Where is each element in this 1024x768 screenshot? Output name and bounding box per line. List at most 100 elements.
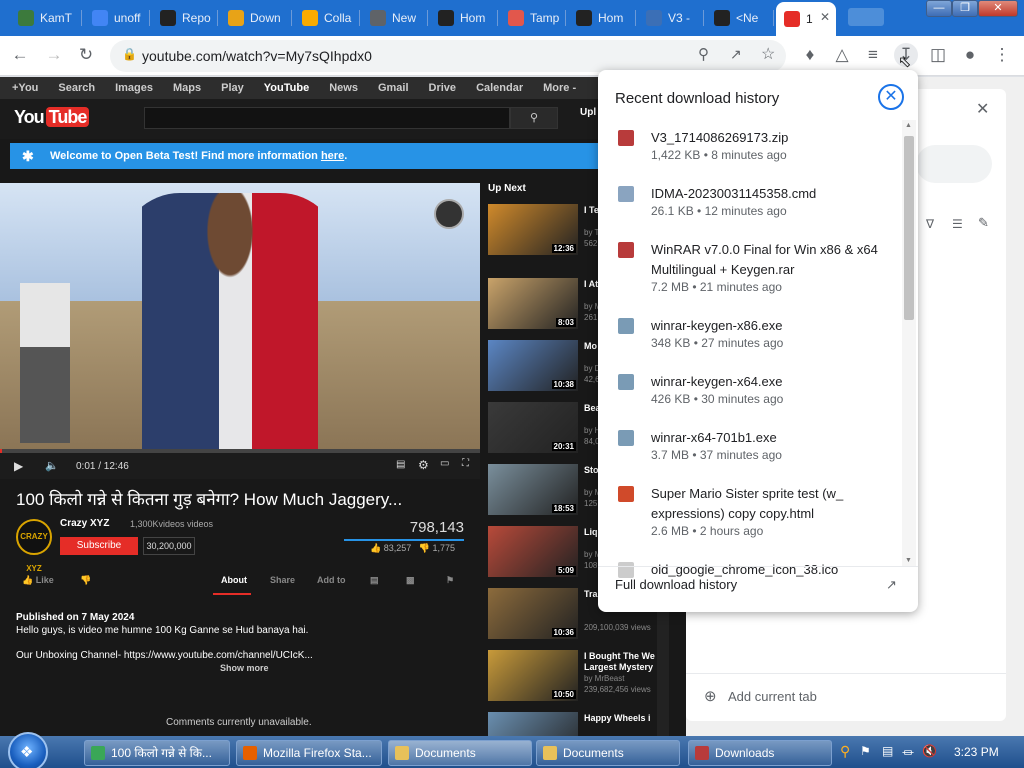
list-view-icon[interactable]: ☰ (952, 217, 963, 231)
description-link-line[interactable]: Our Unboxing Channel- https://www.youtub… (16, 649, 466, 662)
taskbar-button[interactable]: 100 किलो गन्ने से कि... (84, 740, 230, 766)
minimize-button[interactable]: — (926, 0, 952, 17)
google-bar-item[interactable]: +You (12, 82, 38, 94)
captions-icon[interactable]: ▤ (396, 459, 405, 470)
stats-icon[interactable]: ▩ (406, 575, 415, 586)
reload-icon[interactable]: ↻ (74, 43, 98, 67)
related-thumbnail[interactable]: 8:03 (488, 278, 578, 329)
related-thumbnail[interactable]: 10:50 (488, 650, 578, 701)
tab-add-to[interactable]: Add to (317, 575, 346, 585)
upload-button[interactable]: Upl (580, 107, 596, 118)
new-tab-button[interactable] (848, 8, 884, 26)
language-icon[interactable]: ⚑ (860, 744, 871, 758)
theater-icon[interactable]: ▭ (440, 458, 449, 469)
related-title[interactable]: Happy Wheels i (584, 713, 664, 724)
google-bar-item[interactable]: Calendar (476, 82, 523, 94)
related-thumbnail[interactable]: 12:36 (488, 204, 578, 255)
extensions-icon[interactable]: ♦ (798, 43, 822, 67)
search-button[interactable]: ⚲ (510, 107, 558, 129)
google-bar-item[interactable]: Play (221, 82, 244, 94)
tab-7[interactable]: Tamp (500, 4, 564, 32)
edit-pencil-icon[interactable]: ✎ (978, 215, 989, 231)
search-input[interactable] (144, 107, 510, 129)
play-icon[interactable]: ▶ (14, 459, 23, 473)
download-scroll-thumb[interactable] (904, 136, 914, 320)
volume-icon[interactable]: 🔈 (45, 459, 59, 472)
tab-6[interactable]: Hom (430, 4, 496, 32)
google-bar-item[interactable]: News (329, 82, 358, 94)
fullscreen-icon[interactable]: ⛶ (462, 458, 469, 469)
related-thumbnail[interactable]: 5:09 (488, 526, 578, 577)
download-item[interactable]: winrar-keygen-x64.exe 426 KB • 30 minutes… (598, 372, 902, 432)
show-more-button[interactable]: Show more (220, 663, 269, 673)
close-icon[interactable]: ✕ (878, 84, 904, 110)
open-external-icon[interactable]: ↗ (886, 577, 897, 593)
download-item[interactable]: winrar-x64-701b1.exe 3.7 MB • 37 minutes … (598, 428, 902, 488)
full-download-history-link[interactable]: Full download history (615, 577, 737, 592)
usb-icon[interactable]: ⏛ (902, 744, 914, 761)
taskbar-button[interactable]: Documents (536, 740, 680, 766)
url-text[interactable]: youtube.com/watch?v=My7sQIhpdx0 (142, 48, 372, 64)
channel-name[interactable]: Crazy XYZ (60, 518, 109, 529)
download-item[interactable]: winrar-keygen-x86.exe 348 KB • 27 minutes… (598, 316, 902, 376)
download-item[interactable]: WinRAR v7.0.0 Final for Win x86 & x64 Mu… (598, 240, 902, 300)
tab-0[interactable]: KamT (10, 4, 80, 32)
tab-5[interactable]: New (362, 4, 426, 32)
like-button[interactable]: 👍 Like (22, 575, 54, 586)
download-item[interactable]: Super Mario Sister sprite test (w_ expre… (598, 484, 902, 544)
media-queue-icon[interactable]: ≡ (861, 43, 885, 67)
close-tab-icon[interactable]: ✕ (820, 10, 830, 24)
side-panel-pill[interactable] (916, 145, 992, 183)
tab-9[interactable]: V3 - (638, 4, 702, 32)
related-thumbnail[interactable] (488, 712, 578, 736)
settings-gear-icon[interactable]: ⚙ (418, 458, 429, 472)
search-tray-icon[interactable]: ⚲ (840, 743, 850, 760)
google-bar-item[interactable]: Images (115, 82, 153, 94)
flag-icon[interactable]: ⚑ (446, 575, 454, 586)
related-thumbnail[interactable]: 10:36 (488, 588, 578, 639)
tab-2[interactable]: Repo (152, 4, 216, 32)
subscribe-button[interactable]: Subscribe (60, 537, 138, 555)
google-bar-item[interactable]: More - (543, 82, 576, 94)
tab-4[interactable]: Colla (294, 4, 358, 32)
taskbar-button[interactable]: Downloads (688, 740, 832, 766)
scroll-up-icon[interactable]: ▲ (905, 122, 912, 129)
tab-10[interactable]: <Ne (706, 4, 772, 32)
side-panel-close-icon[interactable]: ✕ (976, 99, 989, 119)
taskbar-button[interactable]: Mozilla Firefox Sta... (236, 740, 382, 766)
labs-flask-icon[interactable]: △ (830, 43, 854, 67)
share-icon[interactable]: ↗ (730, 46, 742, 63)
tab-about[interactable]: About (221, 575, 247, 585)
related-thumbnail[interactable]: 18:53 (488, 464, 578, 515)
tab-3[interactable]: Down (220, 4, 290, 32)
maximize-button[interactable]: ❐ (952, 0, 978, 17)
zoom-icon[interactable]: ⚲ (698, 45, 709, 63)
banner-link[interactable]: here (321, 150, 344, 162)
tab-1[interactable]: unoff (84, 4, 148, 32)
google-bar-item[interactable]: Maps (173, 82, 201, 94)
scroll-down-icon[interactable]: ▼ (905, 557, 912, 564)
download-item[interactable]: V3_1714086269173.zip 1,422 KB • 8 minutes… (598, 128, 902, 188)
taskbar-button[interactable]: Documents (388, 740, 532, 766)
filter-icon[interactable]: ∇ (926, 217, 934, 231)
progress-bar[interactable] (0, 449, 480, 453)
clock[interactable]: 3:23 PM (954, 745, 999, 759)
volume-muted-icon[interactable]: 🔇 (922, 744, 937, 758)
google-bar-item[interactable]: YouTube (264, 82, 309, 94)
channel-avatar[interactable]: CRAZY XYZ (16, 519, 52, 573)
related-title[interactable]: I Bought The We Largest Mystery (584, 651, 664, 673)
tab-8[interactable]: Hom (568, 4, 634, 32)
dislike-button[interactable]: 👎 (80, 575, 91, 586)
related-thumbnail[interactable]: 10:38 (488, 340, 578, 391)
address-bar[interactable]: 🔒 youtube.com/watch?v=My7sQIhpdx0 ⚲ ↗ ☆ (110, 40, 786, 72)
transcript-icon[interactable]: ▤ (370, 575, 379, 586)
google-bar-item[interactable]: Search (58, 82, 95, 94)
network-icon[interactable]: ▤ (882, 744, 893, 758)
download-item[interactable]: IDMA-20230031145358.cmd 26.1 KB • 12 minu… (598, 184, 902, 244)
back-icon[interactable]: ← (8, 43, 32, 67)
google-bar-item[interactable]: Gmail (378, 82, 409, 94)
menu-icon[interactable]: ⋮ (990, 43, 1014, 67)
tab-share[interactable]: Share (270, 575, 295, 585)
side-panel-icon[interactable]: ◫ (926, 43, 950, 67)
forward-icon[interactable]: → (42, 43, 66, 67)
